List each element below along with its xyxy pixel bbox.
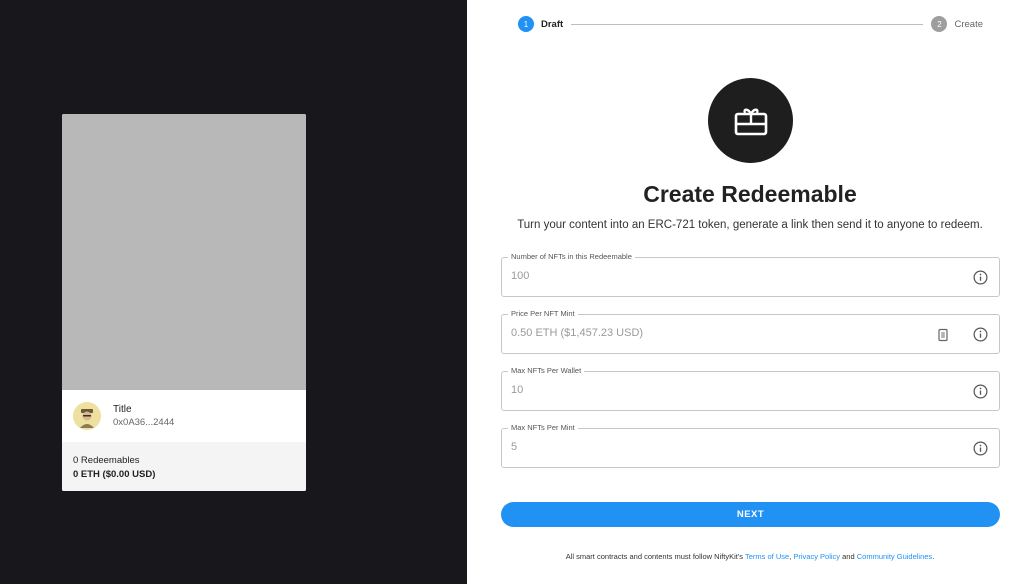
preview-address: 0x0A36...2444 [113,416,175,428]
redeemables-count: 0 Redeemables [73,455,140,466]
preview-meta-text: Title 0x0A36...2444 [113,403,174,430]
currency-icon[interactable] [937,328,949,342]
form-pane: 1 Draft 2 Create Create Redeemable Turn … [467,0,1024,584]
page-title: Create Redeemable [643,181,857,207]
max-per-wallet-input[interactable] [511,384,911,396]
gift-card-icon [734,108,767,135]
preview-pane: Title 0x0A36...2444 0 Redeemables 0 ETH … [0,0,467,584]
avatar [73,402,101,430]
price-field[interactable]: Price Per NFT Mint [501,309,1000,354]
info-icon[interactable] [973,327,988,342]
max-per-mint-label: Max NFTs Per Mint [508,423,578,433]
info-icon[interactable] [973,384,988,399]
price-label: Price Per NFT Mint [508,309,578,319]
privacy-link[interactable]: Privacy Policy [793,552,840,561]
step-1-dot: 1 [518,16,534,32]
info-icon[interactable] [973,270,988,285]
nft-count-input[interactable] [511,270,911,282]
max-per-wallet-field[interactable]: Max NFTs Per Wallet [501,366,1000,411]
max-per-wallet-label: Max NFTs Per Wallet [508,366,585,376]
preview-price: 0 ETH ($0.00 USD) [73,469,156,480]
avatar-icon [73,402,101,430]
preview-footer: 0 Redeemables 0 ETH ($0.00 USD) [62,442,306,491]
step-2-dot: 2 [931,16,948,32]
step-2-label: Create [954,18,983,30]
nft-count-field[interactable]: Number of NFTs in this Redeemable [501,252,1000,297]
price-input[interactable] [511,327,911,339]
preview-title: Title [113,403,132,415]
next-button[interactable]: NEXT [501,502,1000,527]
info-icon[interactable] [973,441,988,456]
legal-notice: All smart contracts and contents must fo… [467,552,1024,561]
legal-sep-2: and [840,552,857,561]
legal-prefix: All smart contracts and contents must fo… [565,552,745,561]
nft-count-label: Number of NFTs in this Redeemable [508,252,635,262]
terms-link[interactable]: Terms of Use [745,552,789,561]
max-per-mint-field[interactable]: Max NFTs Per Mint [501,423,1000,468]
nft-preview-card: Title 0x0A36...2444 0 Redeemables 0 ETH … [62,114,306,491]
stepper: 1 Draft 2 Create [518,16,983,32]
hero-icon-circle [708,78,793,163]
guidelines-link[interactable]: Community Guidelines [857,552,932,561]
max-per-mint-input[interactable] [511,441,911,453]
step-connector [571,23,924,25]
preview-meta: Title 0x0A36...2444 [62,390,306,442]
page-subtitle: Turn your content into an ERC-721 token,… [517,219,983,231]
nft-image-placeholder [62,114,306,390]
legal-suffix: . [932,552,935,561]
step-1-label: Draft [541,18,564,30]
